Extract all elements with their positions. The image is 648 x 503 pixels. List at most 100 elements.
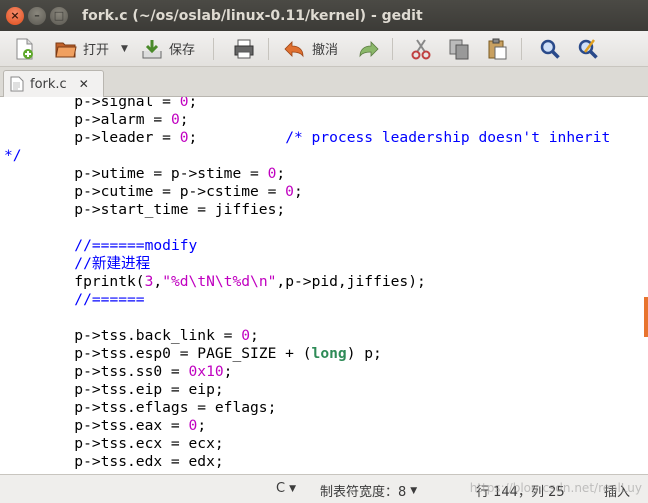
chevron-down-icon: ▼ [289,483,296,494]
redo-button[interactable] [352,34,384,64]
code-token: ,p->pid,jiffies); [276,273,426,290]
tab-width-selector[interactable]: 制表符宽度：8 ▼ [320,481,417,500]
toolbar-separator [212,37,214,60]
new-document-button[interactable] [8,34,40,64]
paste-icon [488,38,507,59]
title-bar: × – □ fork.c (~/os/oslab/linux-0.11/kern… [0,0,648,31]
cut-icon [411,38,431,59]
code-line[interactable]: p->utime = p->stime = 0; [4,165,610,183]
close-window-button[interactable]: × [6,6,24,25]
code-token: , [153,273,163,290]
code-line[interactable]: p->tss.ss0 = 0x10; [4,363,610,381]
tab-close-icon[interactable]: ✕ [79,77,89,91]
code-line[interactable]: p->tss.ecx = ecx; [4,435,610,453]
find-replace-button[interactable] [572,34,604,64]
code-token: ; [179,111,189,128]
code-token: p->tss.ss0 = [4,363,189,380]
code-line[interactable]: fprintk(3,"%d\tN\t%d\n",p->pid,jiffies); [4,273,610,291]
find-replace-icon [578,38,598,59]
code-token: p->tss.ecx = ecx; [4,435,224,452]
paste-button[interactable] [481,34,513,64]
code-line[interactable]: */ [4,147,610,165]
text-file-icon [10,76,24,92]
open-button[interactable]: 打开 [50,34,113,64]
code-token-cmt: //新建进程 [74,255,151,272]
status-bar: C ▼ 制表符宽度：8 ▼ 行 144，列 25 插入 https://blog… [0,474,648,503]
recent-files-dropdown[interactable]: ▼ [121,44,128,54]
code-token: ; [293,183,303,200]
toolbar: 打开 ▼ 保存 撤消 [0,31,648,67]
code-token-str: "%d\tN\t%d\n" [162,273,277,290]
code-token: p->leader = [4,129,180,146]
scrollbar-indicator[interactable] [644,297,648,337]
code-line[interactable]: p->signal = 0; [4,97,610,111]
copy-button[interactable] [443,34,475,64]
code-token: ) p; [346,345,382,362]
code-token: p->alarm = [4,111,171,128]
tab-fork-c[interactable]: fork.c ✕ [3,70,104,97]
chevron-down-icon: ▼ [410,485,418,496]
code-token-cmt: //======modify [74,237,198,254]
code-line[interactable]: p->tss.eflags = eflags; [4,399,610,417]
code-line[interactable]: //====== [4,291,610,309]
open-label: 打开 [83,43,110,58]
undo-icon [284,40,304,57]
save-button[interactable]: 保存 [136,34,199,64]
undo-button[interactable]: 撤消 [279,34,342,64]
code-editor[interactable]: p->signal = 0; p->alarm = 0; p->leader =… [0,97,648,474]
code-token: ; [188,97,198,110]
window-controls: × – □ [6,6,68,25]
find-button[interactable] [534,34,566,64]
tab-label: fork.c [30,76,67,92]
maximize-window-button[interactable]: □ [50,6,68,25]
code-line[interactable]: p->cutime = p->cstime = 0; [4,183,610,201]
code-token: p->tss.eflags = eflags; [4,399,277,416]
code-token-num: 0 [170,111,180,128]
save-label: 保存 [168,43,195,58]
code-token-kw: long [311,345,347,362]
code-token: fprintk( [4,273,145,290]
new-document-icon [16,38,33,59]
language-label: C [276,481,286,496]
copy-icon [449,39,469,59]
code-line[interactable]: p->start_time = jiffies; [4,201,610,219]
code-line[interactable] [4,219,610,237]
code-token-num: 0 [188,417,198,434]
code-token: p->cutime = p->cstime = [4,183,286,200]
window-title: fork.c (~/os/oslab/linux-0.11/kernel) - … [82,7,423,24]
code-line[interactable]: //======modify [4,237,610,255]
code-line[interactable]: p->tss.eip = eip; [4,381,610,399]
cut-button[interactable] [405,34,437,64]
code-line[interactable]: //新建进程 [4,255,610,273]
code-line[interactable]: p->tss.edx = edx; [4,453,610,471]
code-token-cmt: */ [4,147,22,164]
code-line[interactable] [4,309,610,327]
print-button[interactable] [228,34,260,64]
code-line[interactable]: p->tss.eax = 0; [4,417,610,435]
code-token-num: 0x10 [188,363,224,380]
code-token: ; [197,417,207,434]
code-token-cmt: /* process leadership doesn't inherit [285,129,611,146]
toolbar-separator [267,37,269,60]
minimize-window-button[interactable]: – [28,6,46,25]
code-token: p->utime = p->stime = [4,165,268,182]
code-token: ; [250,327,259,344]
code-token-num: 0 [285,183,294,200]
code-line[interactable]: p->leader = 0; /* process leadership doe… [4,129,610,147]
code-token: p->tss.back_link = [4,327,242,344]
code-line[interactable]: p->tss.esp0 = PAGE_SIZE + (long) p; [4,345,610,363]
code-token: p->tss.eip = eip; [4,381,224,398]
code-token: ; [223,363,233,380]
code-line[interactable]: p->tss.back_link = 0; [4,327,610,345]
code-token-num: 0 [179,97,189,110]
language-selector[interactable]: C ▼ [276,481,296,496]
code-line[interactable]: p->alarm = 0; [4,111,610,129]
tab-width-label: 制表符宽度：8 [320,485,407,500]
search-icon [540,39,560,59]
code-token: p->start_time = jiffies; [4,201,286,218]
code-text[interactable]: p->signal = 0; p->alarm = 0; p->leader =… [0,97,610,471]
code-token: p->signal = [4,97,180,110]
